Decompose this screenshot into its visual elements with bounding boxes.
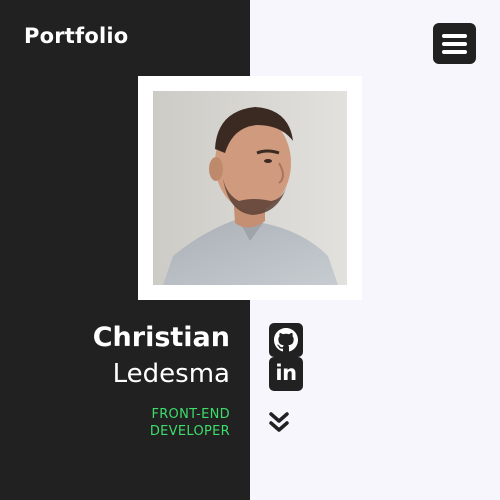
- profile-photo: [153, 91, 347, 285]
- job-title-line-2: DEVELOPER: [149, 424, 230, 439]
- scroll-down-button[interactable]: [268, 410, 290, 436]
- hamburger-menu-icon: [442, 33, 467, 38]
- hamburger-menu-button[interactable]: [433, 23, 476, 64]
- profile-photo-image: [153, 91, 347, 285]
- linkedin-icon: in: [275, 361, 297, 385]
- last-name-heading: Ledesma: [112, 359, 230, 389]
- chevron-double-down-icon: [269, 412, 289, 432]
- github-icon: [274, 328, 298, 352]
- job-title: FRONT-END DEVELOPER: [110, 406, 230, 440]
- first-name-heading: Christian: [92, 322, 230, 353]
- linkedin-link[interactable]: in: [269, 357, 303, 391]
- job-title-line-1: FRONT-END: [151, 407, 230, 422]
- github-link[interactable]: [269, 323, 303, 357]
- brand-logo-text[interactable]: Portfolio: [24, 24, 128, 48]
- profile-photo-frame: [138, 76, 362, 300]
